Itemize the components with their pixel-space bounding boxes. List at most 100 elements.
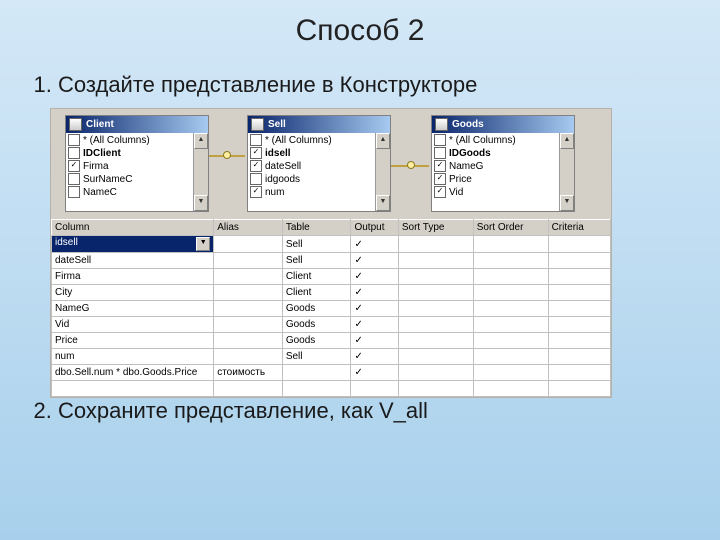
cell-column[interactable]: dbo.Sell.num * dbo.Goods.Price	[52, 365, 214, 381]
cell-table[interactable]: Client	[282, 269, 351, 285]
column-item[interactable]: num	[250, 186, 373, 199]
table-goods-columns[interactable]: * (All Columns)IDGoodsNameGPriceVid	[432, 133, 559, 211]
cell-criteria[interactable]	[548, 236, 610, 253]
cell-column[interactable]	[52, 381, 214, 397]
column-item[interactable]: NameG	[434, 160, 557, 173]
cell-table[interactable]: Sell	[282, 253, 351, 269]
cell-sort-type[interactable]	[398, 365, 473, 381]
grid-row[interactable]: Vid Goods✓	[52, 317, 611, 333]
scroll-down-icon[interactable]: ▼	[376, 195, 390, 211]
checkbox-icon[interactable]	[250, 173, 262, 185]
table-client-columns[interactable]: * (All Columns)IDClientFirmaSurNameCName…	[66, 133, 193, 211]
header-table[interactable]: Table	[282, 220, 351, 236]
checkbox-icon[interactable]	[68, 186, 80, 198]
grid-row[interactable]: NameGGoods✓	[52, 301, 611, 317]
header-criteria[interactable]: Criteria	[548, 220, 610, 236]
cell-sort-type[interactable]	[398, 253, 473, 269]
cell-alias[interactable]	[214, 236, 283, 253]
header-output[interactable]: Output	[351, 220, 398, 236]
cell-output[interactable]: ✓	[351, 365, 398, 381]
cell-sort-type[interactable]	[398, 333, 473, 349]
scroll-up-icon[interactable]: ▲	[194, 133, 208, 149]
checkbox-icon[interactable]	[68, 160, 80, 172]
cell-output[interactable]: ✓	[351, 317, 398, 333]
column-item[interactable]: IDGoods	[434, 147, 557, 160]
cell-alias[interactable]	[214, 301, 283, 317]
cell-criteria[interactable]	[548, 285, 610, 301]
scroll-up-icon[interactable]: ▲	[560, 133, 574, 149]
column-item[interactable]: NameC	[68, 186, 191, 199]
checkbox-icon[interactable]	[434, 186, 446, 198]
cell-sort-type[interactable]	[398, 349, 473, 365]
cell-sort-type[interactable]	[398, 285, 473, 301]
checkbox-icon[interactable]	[434, 147, 446, 159]
table-sell-title[interactable]: Sell	[248, 116, 390, 133]
cell-criteria[interactable]	[548, 333, 610, 349]
cell-sort-order[interactable]	[473, 365, 548, 381]
dropdown-icon[interactable]: ▼	[196, 237, 210, 251]
header-column[interactable]: Column	[52, 220, 214, 236]
cell-sort-order[interactable]	[473, 349, 548, 365]
cell-output[interactable]: ✓	[351, 236, 398, 253]
cell-criteria[interactable]	[548, 253, 610, 269]
column-item[interactable]: Firma	[68, 160, 191, 173]
table-client-title[interactable]: Client	[66, 116, 208, 133]
cell-column[interactable]: Vid	[52, 317, 214, 333]
column-item[interactable]: * (All Columns)	[68, 134, 191, 147]
scroll-down-icon[interactable]: ▼	[560, 195, 574, 211]
checkbox-icon[interactable]	[250, 134, 262, 146]
checkbox-icon[interactable]	[434, 173, 446, 185]
cell-alias[interactable]	[214, 381, 283, 397]
cell-alias[interactable]	[214, 285, 283, 301]
header-alias[interactable]: Alias	[214, 220, 283, 236]
scrollbar[interactable]: ▲ ▼	[559, 133, 574, 211]
checkbox-icon[interactable]	[434, 160, 446, 172]
cell-criteria[interactable]	[548, 381, 610, 397]
grid-row[interactable]: idsell▼Sell✓	[52, 236, 611, 253]
cell-alias[interactable]: стоимость	[214, 365, 283, 381]
cell-column[interactable]: Firma	[52, 269, 214, 285]
cell-sort-type[interactable]	[398, 236, 473, 253]
grid-row[interactable]: CityClient✓	[52, 285, 611, 301]
column-item[interactable]: Vid	[434, 186, 557, 199]
column-item[interactable]: dateSell	[250, 160, 373, 173]
column-item[interactable]: Price	[434, 173, 557, 186]
cell-criteria[interactable]	[548, 365, 610, 381]
criteria-grid[interactable]: Column Alias Table Output Sort Type Sort…	[51, 219, 611, 397]
column-item[interactable]: * (All Columns)	[434, 134, 557, 147]
cell-sort-type[interactable]	[398, 381, 473, 397]
grid-row[interactable]: PriceGoods✓	[52, 333, 611, 349]
grid-row[interactable]	[52, 381, 611, 397]
cell-table[interactable]: Goods	[282, 301, 351, 317]
checkbox-icon[interactable]	[68, 134, 80, 146]
scrollbar[interactable]: ▲ ▼	[375, 133, 390, 211]
scroll-up-icon[interactable]: ▲	[376, 133, 390, 149]
table-sell-columns[interactable]: * (All Columns)idselldateSellidgoodsnum	[248, 133, 375, 211]
table-goods-title[interactable]: Goods	[432, 116, 574, 133]
checkbox-icon[interactable]	[250, 160, 262, 172]
cell-column[interactable]: num	[52, 349, 214, 365]
cell-criteria[interactable]	[548, 317, 610, 333]
cell-column[interactable]: Price	[52, 333, 214, 349]
scrollbar[interactable]: ▲ ▼	[193, 133, 208, 211]
grid-row[interactable]: FirmaClient✓	[52, 269, 611, 285]
cell-sort-order[interactable]	[473, 236, 548, 253]
cell-table[interactable]: Sell	[282, 349, 351, 365]
cell-table[interactable]: Client	[282, 285, 351, 301]
checkbox-icon[interactable]	[68, 173, 80, 185]
cell-sort-order[interactable]	[473, 317, 548, 333]
checkbox-icon[interactable]	[250, 147, 262, 159]
cell-column[interactable]: idsell▼	[52, 236, 214, 253]
scroll-down-icon[interactable]: ▼	[194, 195, 208, 211]
cell-sort-order[interactable]	[473, 333, 548, 349]
cell-criteria[interactable]	[548, 269, 610, 285]
cell-sort-order[interactable]	[473, 301, 548, 317]
cell-sort-order[interactable]	[473, 253, 548, 269]
cell-table[interactable]: Goods	[282, 317, 351, 333]
cell-output[interactable]: ✓	[351, 253, 398, 269]
grid-row[interactable]: dateSellSell✓	[52, 253, 611, 269]
cell-alias[interactable]	[214, 333, 283, 349]
table-sell[interactable]: Sell * (All Columns)idselldateSellidgood…	[247, 115, 391, 212]
cell-sort-order[interactable]	[473, 269, 548, 285]
cell-column[interactable]: NameG	[52, 301, 214, 317]
